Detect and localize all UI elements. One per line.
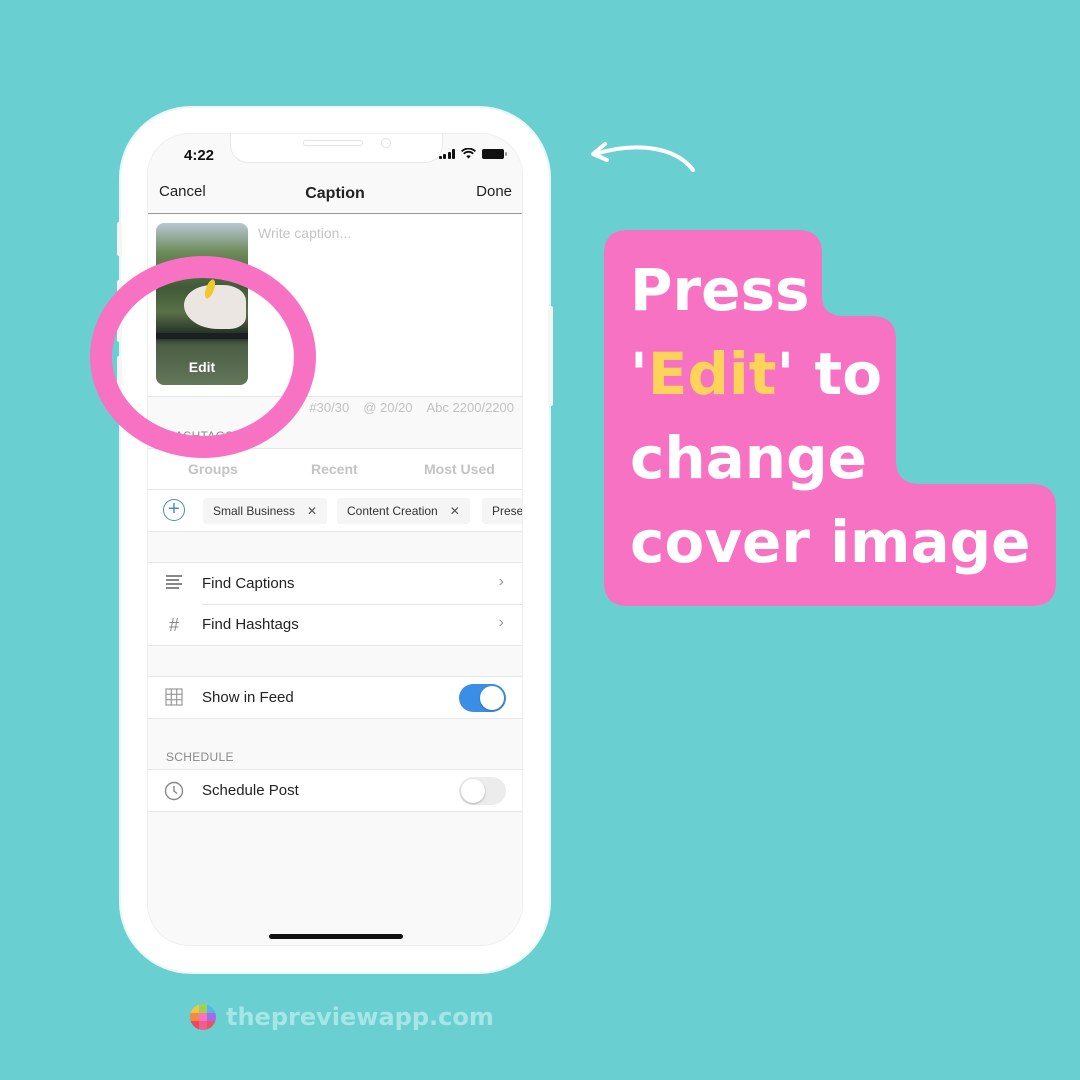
- brand-logo-icon: [190, 1004, 216, 1030]
- hash-icon: #: [168, 615, 179, 635]
- plus-circle-icon[interactable]: +: [163, 499, 185, 521]
- close-icon[interactable]: ✕: [450, 504, 460, 518]
- page-title: Caption: [305, 185, 365, 202]
- schedule-post-row: Schedule Post: [148, 770, 522, 811]
- callout-highlight: Edit: [647, 340, 777, 408]
- chevron-right-icon: ›: [498, 614, 504, 631]
- phone-side-button: [117, 222, 122, 256]
- hashtag-chip[interactable]: Preset: [482, 498, 522, 524]
- callout-line-2: 'Edit' to: [630, 332, 1030, 416]
- toggle-knob: [480, 686, 504, 710]
- close-icon[interactable]: ✕: [307, 504, 317, 518]
- callout-line-1: Press: [630, 256, 810, 324]
- show-in-feed-toggle[interactable]: [459, 684, 506, 712]
- chip-label: Preset: [492, 504, 522, 518]
- schedule-post-toggle[interactable]: [459, 777, 506, 805]
- grid-icon: [164, 688, 184, 708]
- tab-groups[interactable]: Groups: [188, 461, 238, 477]
- schedule-list: Schedule Post: [148, 769, 522, 812]
- chip-label: Content Creation: [347, 504, 438, 518]
- speaker: [303, 140, 363, 146]
- caption-counters: #30/30 @ 20/20 Abc 2200/2200: [309, 400, 514, 415]
- caption-input[interactable]: Write caption...: [258, 225, 351, 241]
- feed-list: Show in Feed: [148, 676, 522, 719]
- status-icons: [438, 148, 507, 159]
- navbar: Cancel Caption Done: [148, 174, 522, 214]
- find-captions-label: Find Captions: [202, 575, 295, 592]
- char-counter: Abc 2200/2200: [426, 400, 514, 415]
- hashtag-chips-row: + Small Business ✕ Content Creation ✕ Pr…: [148, 490, 522, 532]
- tools-list: Find Captions › # Find Hashtags ›: [148, 562, 522, 646]
- callout-line-3: change: [630, 424, 867, 492]
- brand-footer: thepreviewapp.com: [190, 1003, 494, 1031]
- tab-recent[interactable]: Recent: [311, 461, 358, 477]
- find-captions-row[interactable]: Find Captions ›: [148, 563, 522, 604]
- signal-icon: [438, 148, 455, 159]
- battery-icon: [482, 148, 507, 159]
- hashtag-chip[interactable]: Content Creation ✕: [337, 498, 470, 524]
- camera: [381, 138, 391, 148]
- lines-icon: [164, 574, 184, 594]
- wifi-icon: [461, 148, 476, 159]
- status-time: 4:22: [184, 147, 215, 164]
- schedule-section-label: SCHEDULE: [166, 750, 234, 764]
- phone-power-button: [548, 306, 553, 406]
- brand-text: thepreviewapp.com: [226, 1003, 494, 1031]
- callout-line-2-rest: ' to: [776, 340, 883, 408]
- chip-label: Small Business: [213, 504, 296, 518]
- find-hashtags-row[interactable]: # Find Hashtags ›: [148, 604, 522, 645]
- show-in-feed-label: Show in Feed: [202, 689, 294, 706]
- schedule-post-label: Schedule Post: [202, 782, 299, 799]
- show-in-feed-row: Show in Feed: [148, 677, 522, 718]
- phone-screen: 4:22 Cancel Caption Done Edit Write capt…: [147, 133, 523, 946]
- done-button[interactable]: Done: [476, 183, 512, 200]
- curved-arrow-icon: [591, 142, 695, 172]
- callout-text: Press 'Edit' to change cover image: [630, 248, 1030, 584]
- hashtag-chip[interactable]: Small Business ✕: [203, 498, 328, 524]
- tab-most-used[interactable]: Most Used: [424, 461, 495, 477]
- highlight-ring: [90, 256, 316, 458]
- chevron-right-icon: ›: [498, 573, 504, 590]
- home-indicator: [269, 934, 403, 939]
- toggle-knob: [461, 779, 485, 803]
- callout-line-4: cover image: [630, 508, 1031, 576]
- find-hashtags-label: Find Hashtags: [202, 616, 299, 633]
- notch: [230, 134, 443, 163]
- quote-open: ': [630, 340, 648, 408]
- clock-icon: [164, 781, 184, 801]
- hashtag-counter: #30/30: [309, 400, 350, 415]
- mention-counter: @ 20/20: [363, 400, 413, 415]
